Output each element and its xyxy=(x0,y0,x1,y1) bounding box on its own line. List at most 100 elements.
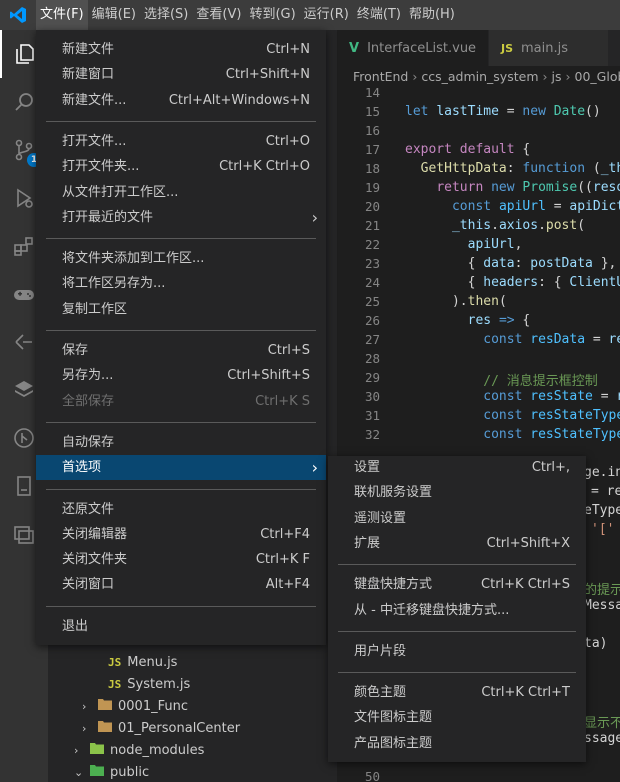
menu-item-preferences_menu-3-2[interactable]: 产品图标主题 xyxy=(328,731,586,756)
menu-view[interactable]: 查看(V) xyxy=(192,0,245,30)
menu-item-file_menu-1-2[interactable]: 从文件打开工作区... xyxy=(36,180,326,205)
menu-item-label: 打开文件... xyxy=(62,133,127,149)
menu-item-file_menu-5-3[interactable]: 关闭窗口 Alt+F4 xyxy=(36,572,326,597)
menu-item-shortcut: Ctrl+Shift+X xyxy=(486,535,570,551)
tab-main-js[interactable]: JS main.js xyxy=(489,30,609,66)
folder-icon xyxy=(98,696,112,718)
code-line: // 消息提示框控制 xyxy=(405,370,598,389)
vue-icon: V xyxy=(349,40,360,56)
menu-separator xyxy=(338,672,576,674)
breadcrumb-item[interactable]: ccs_admin_system xyxy=(421,69,538,84)
line-number: 24 xyxy=(364,275,380,290)
menu-item-file_menu-3-2[interactable]: 全部保存 Ctrl+K S xyxy=(36,389,326,414)
menu-separator xyxy=(46,238,316,240)
menu-item-label: 将文件夹添加到工作区... xyxy=(62,251,205,267)
preferences-submenu: 设置 Ctrl+, 联机服务设置遥测设置 扩展 Ctrl+Shift+X 键盘快捷方式 Ct… xyxy=(328,456,586,762)
chevron-right-icon: › xyxy=(412,69,418,84)
menu-item-preferences_menu-2-0[interactable]: 用户片段 xyxy=(328,639,586,664)
menu-item-shortcut: Ctrl+K Ctrl+S xyxy=(481,577,570,593)
menu-item-preferences_menu-0-3[interactable]: 扩展 Ctrl+Shift+X xyxy=(328,531,586,556)
menu-item-file_menu-4-0[interactable]: 自动保存 xyxy=(36,430,326,455)
menu-item-label: 新建文件... xyxy=(62,92,127,108)
vscode-logo-icon xyxy=(0,0,36,30)
menu-item-file_menu-0-0[interactable]: 新建文件 Ctrl+N xyxy=(36,37,326,62)
code-line: const resStateType xyxy=(483,408,620,423)
code-line: apiUrl, xyxy=(467,237,523,252)
menu-item-preferences_menu-1-0[interactable]: 键盘快捷方式 Ctrl+K Ctrl+S xyxy=(328,572,586,597)
menu-item-preferences_menu-0-1[interactable]: 联机服务设置 xyxy=(328,480,586,505)
menu-item-file_menu-6-0[interactable]: 退出 xyxy=(36,614,326,639)
line-number: 21 xyxy=(364,218,380,233)
menu-item-file_menu-1-0[interactable]: 打开文件... Ctrl+O xyxy=(36,129,326,154)
menu-item-preferences_menu-3-0[interactable]: 颜色主题 Ctrl+K Ctrl+T xyxy=(328,680,586,705)
menu-item-file_menu-2-1[interactable]: 将工作区另存为... xyxy=(36,271,326,296)
chevron-down-icon: ⌄ xyxy=(74,766,84,779)
code-line: const resData = re xyxy=(483,332,620,347)
menu-edit[interactable]: 编辑(E) xyxy=(88,0,140,30)
menu-item-file_menu-0-1[interactable]: 新建窗口 Ctrl+Shift+N xyxy=(36,62,326,87)
menu-item-file_menu-2-0[interactable]: 将文件夹添加到工作区... xyxy=(36,246,326,271)
menu-help[interactable]: 帮助(H) xyxy=(405,0,459,30)
tab-label: InterfaceList.vue xyxy=(367,40,477,56)
menu-item-file_menu-2-2[interactable]: 复制工作区 xyxy=(36,297,326,322)
menu-item-file_menu-5-1[interactable]: 关闭编辑器 Ctrl+F4 xyxy=(36,522,326,547)
code-fragment: ge.in xyxy=(584,465,620,480)
menu-item-label: 用户片段 xyxy=(354,643,407,659)
code-line: const resState = r xyxy=(483,389,620,404)
tree-folder-personal[interactable]: › 01_PersonalCenter xyxy=(82,718,240,740)
tree-folder-public[interactable]: ⌄ public xyxy=(74,762,149,782)
menu-item-shortcut: Ctrl+N xyxy=(266,42,310,57)
code-comment: // 消息提示框控制 xyxy=(483,374,598,389)
menu-item-preferences_menu-0-2[interactable]: 遥测设置 xyxy=(328,506,586,531)
menu-go[interactable]: 转到(G) xyxy=(245,0,299,30)
tree-file-label: Menu.js xyxy=(127,655,178,670)
code-line: ).then( xyxy=(405,294,507,309)
menu-item-file_menu-1-1[interactable]: 打开文件夹... Ctrl+K Ctrl+O xyxy=(36,154,326,179)
menu-file[interactable]: 文件(F) xyxy=(36,0,88,30)
code-fragment: = re xyxy=(591,484,620,499)
tree-folder-label: 0001_Func xyxy=(118,699,188,714)
breadcrumb-item[interactable]: 00_Globa xyxy=(575,69,620,84)
code-line: res => { xyxy=(467,313,531,328)
menu-item-file_menu-5-2[interactable]: 关闭文件夹 Ctrl+K F xyxy=(36,547,326,572)
line-number: 18 xyxy=(364,161,380,176)
menu-item-label: 复制工作区 xyxy=(62,301,128,317)
menu-item-preferences_menu-1-1[interactable]: 从 - 中迁移键盘快捷方式... xyxy=(328,598,586,623)
tree-file-menu[interactable]: JS Menu.js xyxy=(108,652,177,674)
breadcrumb-item[interactable]: FrontEnd xyxy=(353,69,408,84)
tree-file-system[interactable]: JS System.js xyxy=(108,674,190,696)
menu-item-file_menu-3-0[interactable]: 保存 Ctrl+S xyxy=(36,338,326,363)
file-menu: 新建文件 Ctrl+N 新建窗口 Ctrl+Shift+N 新建文件... Ctrl+Al… xyxy=(36,30,326,645)
menu-item-file_menu-0-2[interactable]: 新建文件... Ctrl+Alt+Windows+N xyxy=(36,88,326,113)
menu-item-shortcut: Alt+F4 xyxy=(265,577,310,593)
menu-item-file_menu-3-1[interactable]: 另存为... Ctrl+Shift+S xyxy=(36,363,326,388)
tree-folder-node-modules[interactable]: › node_modules xyxy=(74,740,204,762)
menu-item-file_menu-1-3[interactable]: 打开最近的文件 › xyxy=(36,205,326,230)
menu-item-label: 关闭文件夹 xyxy=(62,552,128,568)
menu-item-label: 联机服务设置 xyxy=(354,485,433,501)
chevron-right-icon: › xyxy=(542,69,548,84)
menu-item-preferences_menu-0-0[interactable]: 设置 Ctrl+, xyxy=(328,455,586,480)
menu-selection[interactable]: 选择(S) xyxy=(140,0,192,30)
menu-item-preferences_menu-3-1[interactable]: 文件图标主题 xyxy=(328,705,586,730)
editor-tabs: V InterfaceList.vue JS main.js xyxy=(337,30,620,66)
menu-item-file_menu-4-1[interactable]: 首选项 › xyxy=(36,455,326,481)
menu-item-file_menu-5-0[interactable]: 还原文件 xyxy=(36,497,326,522)
tab-interfacelist[interactable]: V InterfaceList.vue xyxy=(337,30,489,66)
menu-run[interactable]: 运行(R) xyxy=(300,0,353,30)
menu-separator xyxy=(46,605,316,607)
menu-item-shortcut: Ctrl+, xyxy=(531,460,570,475)
breadcrumb-item[interactable]: js xyxy=(552,69,562,84)
menu-separator xyxy=(46,120,316,122)
menu-item-shortcut: Ctrl+Shift+S xyxy=(227,368,310,384)
menu-item-shortcut: Ctrl+S xyxy=(267,343,310,358)
line-number: 23 xyxy=(364,256,380,271)
menu-item-shortcut: Ctrl+Shift+N xyxy=(225,67,310,83)
line-number: 50 xyxy=(364,769,380,782)
code-line: { headers: { ClientU xyxy=(405,275,620,290)
menu-item-label: 打开最近的文件 xyxy=(62,209,154,225)
code-line: return new Promise((reso xyxy=(436,180,620,195)
line-number: 22 xyxy=(364,237,380,252)
menu-terminal[interactable]: 终端(T) xyxy=(353,0,405,30)
tree-folder-func[interactable]: › 0001_Func xyxy=(82,696,188,718)
